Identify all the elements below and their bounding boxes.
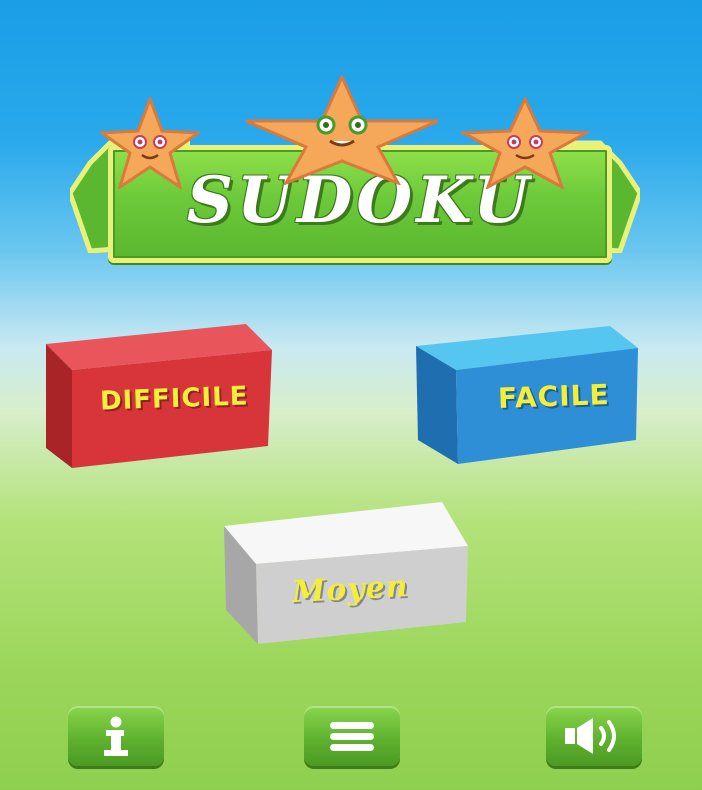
speaker-icon	[565, 718, 616, 754]
easy-label: FACILE	[497, 378, 611, 415]
sound-button[interactable]	[546, 706, 642, 766]
menu-button[interactable]	[304, 706, 400, 766]
sudoku-logo: SUDOKU	[70, 75, 640, 280]
star-center-icon	[245, 75, 439, 185]
difficulty-easy-button[interactable]: FACILE	[414, 324, 640, 466]
info-button[interactable]	[68, 706, 164, 766]
menu-icon	[330, 722, 374, 751]
medium-label: Moyen	[291, 568, 410, 611]
info-icon	[104, 716, 128, 756]
hard-label: DIFFICILE	[99, 381, 250, 417]
difficulty-hard-button[interactable]: DIFFICILE	[44, 322, 272, 470]
difficulty-medium-button[interactable]: Moyen	[222, 500, 470, 646]
star-left-icon	[100, 97, 200, 189]
star-right-icon	[460, 97, 590, 189]
